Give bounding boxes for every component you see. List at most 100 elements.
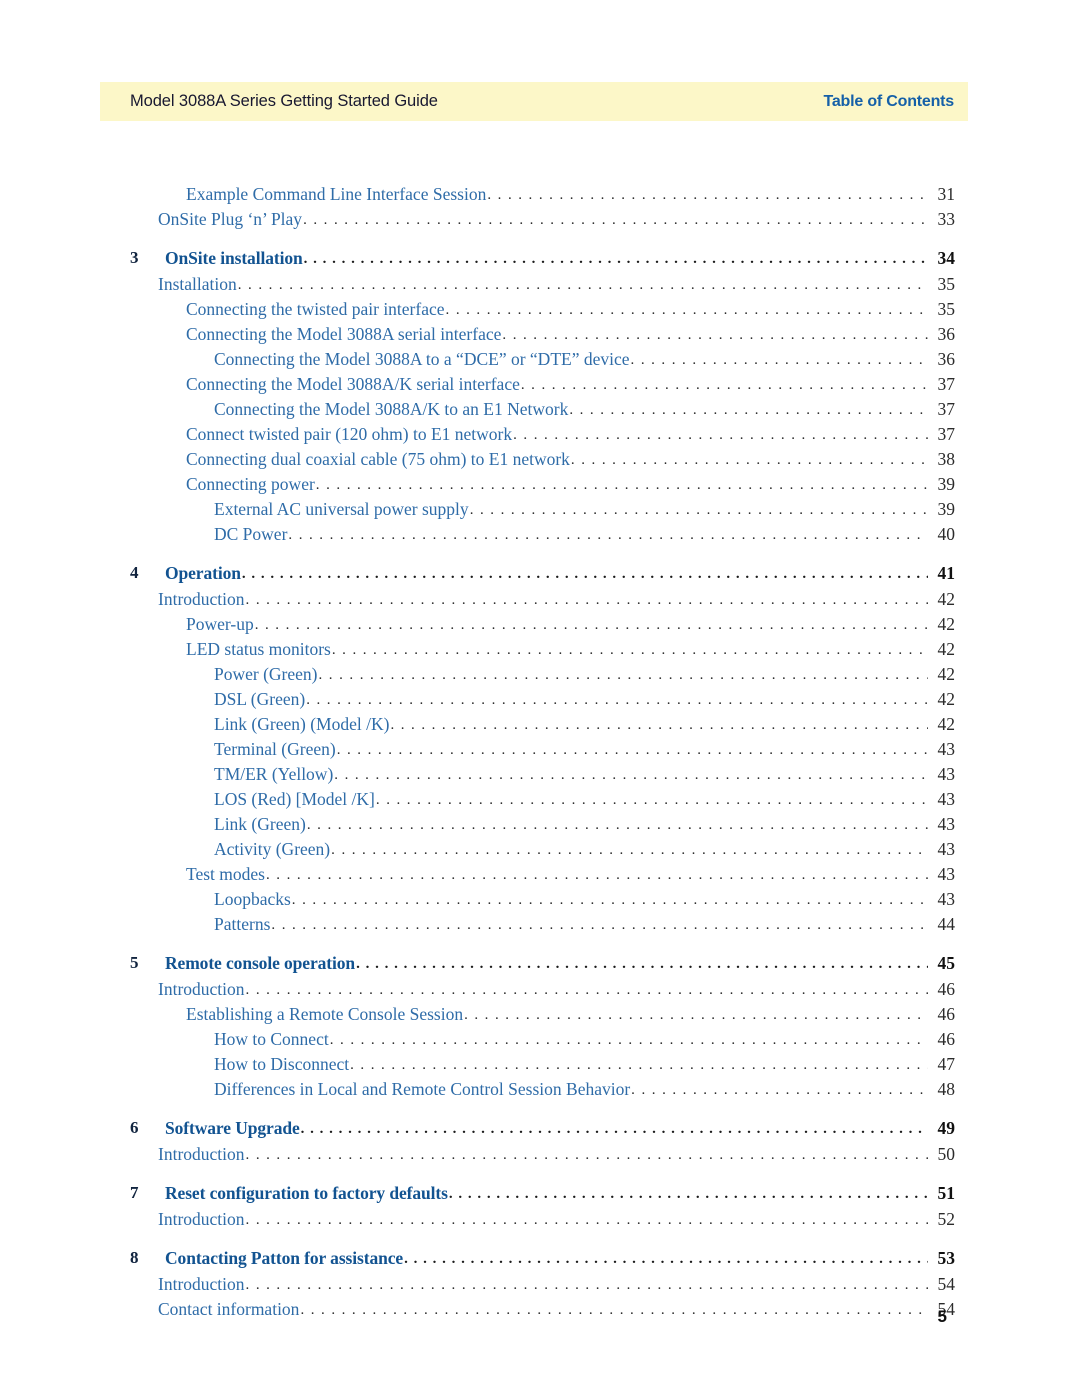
toc-leader-dots: . . . . . . . . . . . . . . . . . . . . …: [237, 277, 928, 293]
toc-chapter-row[interactable]: 5 Remote console operation. . . . . . . .…: [0, 953, 1080, 979]
toc-entry-label: Connecting the twisted pair interface: [186, 299, 445, 319]
toc-entry-row[interactable]: Introduction. . . . . . . . . . . . . . …: [0, 979, 1080, 1004]
toc-entry-label: Software Upgrade: [165, 1118, 300, 1138]
toc-entry-page: 42: [937, 589, 956, 609]
toc-entry-row[interactable]: Power (Green). . . . . . . . . . . . . .…: [0, 664, 1080, 689]
table-of-contents: Example Command Line Interface Session . …: [0, 184, 1080, 1324]
document-title: Model 3088A Series Getting Started Guide: [130, 92, 438, 110]
toc-entry-page: 39: [937, 474, 956, 494]
toc-entry-row[interactable]: LED status monitors. . . . . . . . . . .…: [0, 639, 1080, 664]
toc-leader-dots: . . . . . . . . . . . . . . . . . . . . …: [334, 767, 928, 783]
toc-entry-row[interactable]: Introduction. . . . . . . . . . . . . . …: [0, 1144, 1080, 1169]
toc-chapter-number: 5: [130, 953, 139, 972]
toc-entry-row[interactable]: OnSite Plug ‘n’ Play. . . . . . . . . . …: [0, 209, 1080, 234]
toc-entry-row[interactable]: How to Disconnect. . . . . . . . . . . .…: [0, 1054, 1080, 1079]
toc-entry-label: Patterns: [214, 914, 271, 934]
toc-entry-row[interactable]: Loopbacks. . . . . . . . . . . . . . . .…: [0, 889, 1080, 914]
toc-entry-row[interactable]: LOS (Red) [Model /K]. . . . . . . . . . …: [0, 789, 1080, 814]
toc-entry-page: 49: [937, 1118, 956, 1138]
toc-entry-page: 52: [937, 1209, 956, 1229]
toc-entry-row[interactable]: Connecting dual coaxial cable (75 ohm) t…: [0, 449, 1080, 474]
toc-entry-row[interactable]: Connecting the Model 3088A/K to an E1 Ne…: [0, 399, 1080, 424]
toc-leader-dots: . . . . . . . . . . . . . . . . . . . . …: [245, 1147, 928, 1163]
toc-entry-page: 38: [937, 449, 956, 469]
toc-leader-dots: . . . . . . . . . . . . . . . . . . . . …: [520, 377, 928, 393]
toc-entry-row[interactable]: Activity (Green). . . . . . . . . . . . …: [0, 839, 1080, 864]
toc-leader-dots: . . . . . . . . . . . . . . . . . . . . …: [570, 452, 928, 468]
toc-chapter-number: 4: [130, 563, 139, 582]
toc-entry-row[interactable]: DC Power. . . . . . . . . . . . . . . . …: [0, 524, 1080, 549]
toc-entry-page: 35: [937, 299, 956, 319]
toc-entry-row[interactable]: Terminal (Green). . . . . . . . . . . . …: [0, 739, 1080, 764]
toc-entry-page: 34: [937, 248, 956, 268]
toc-leader-dots: . . . . . . . . . . . . . . . . . . . . …: [390, 717, 928, 733]
toc-chapter-row[interactable]: 8 Contacting Patton for assistance. . . .…: [0, 1248, 1080, 1274]
toc-entry-label: Terminal (Green): [214, 739, 336, 759]
toc-chapter-row[interactable]: 4 Operation. . . . . . . . . . . . . . . …: [0, 563, 1080, 589]
toc-chapter-row[interactable]: 6 Software Upgrade. . . . . . . . . . . .…: [0, 1118, 1080, 1144]
toc-entry-page: 37: [937, 374, 956, 394]
toc-entry-label: Introduction: [158, 1144, 245, 1164]
toc-leader-dots: . . . . . . . . . . . . . . . . . . . . …: [502, 327, 928, 343]
toc-leader-dots: . . . . . . . . . . . . . . . . . . . . …: [469, 502, 928, 518]
toc-entry-row[interactable]: Establishing a Remote Console Session. .…: [0, 1004, 1080, 1029]
toc-leader-dots: . . . . . . . . . . . . . . . . . . . . …: [331, 842, 928, 858]
toc-entry-page: 43: [937, 839, 956, 859]
toc-entry-label: Power (Green): [214, 664, 318, 684]
toc-entry-row[interactable]: Installation. . . . . . . . . . . . . . …: [0, 274, 1080, 299]
toc-leader-dots: . . . . . . . . . . . . . . . . . . . . …: [245, 1212, 928, 1228]
toc-leader-dots: . . . . . . . . . . . . . . . . . . . . …: [303, 212, 928, 228]
toc-entry-label: Loopbacks: [214, 889, 291, 909]
toc-entry-page: 46: [937, 1004, 956, 1024]
toc-entry-page: 44: [937, 914, 956, 934]
toc-entry-label: Test modes: [186, 864, 265, 884]
toc-entry-row[interactable]: Introduction. . . . . . . . . . . . . . …: [0, 1274, 1080, 1299]
toc-entry-row[interactable]: Connect twisted pair (120 ohm) to E1 net…: [0, 424, 1080, 449]
toc-leader-dots: . . . . . . . . . . . . . . . . . . . . …: [245, 1277, 928, 1293]
toc-leader-dots: . . . . . . . . . . . . . . . . . . . . …: [569, 402, 928, 418]
toc-entry-row[interactable]: Connecting power. . . . . . . . . . . . …: [0, 474, 1080, 499]
toc-leader-dots: . . . . . . . . . . . . . . . . . . . . …: [336, 742, 928, 758]
toc-entry-label: How to Disconnect: [214, 1054, 350, 1074]
toc-leader-dots: . . . . . . . . . . . . . . . . . . . . …: [350, 1057, 928, 1073]
toc-entry-label: Connecting the Model 3088A/K to an E1 Ne…: [214, 399, 569, 419]
toc-entry-row[interactable]: Connecting the twisted pair interface. .…: [0, 299, 1080, 324]
toc-entry-row[interactable]: Test modes. . . . . . . . . . . . . . . …: [0, 864, 1080, 889]
toc-entry-page: 43: [937, 814, 956, 834]
toc-entry-row[interactable]: Patterns. . . . . . . . . . . . . . . . …: [0, 914, 1080, 939]
toc-entry-page: 50: [937, 1144, 956, 1164]
toc-entry-row[interactable]: Connecting the Model 3088A to a “DCE” or…: [0, 349, 1080, 374]
toc-entry-label: Connecting the Model 3088A serial interf…: [186, 324, 502, 344]
toc-entry-label: Introduction: [158, 979, 245, 999]
toc-entry-page: 51: [937, 1183, 956, 1203]
toc-entry-page: 47: [937, 1054, 956, 1074]
toc-entry-row[interactable]: Differences in Local and Remote Control …: [0, 1079, 1080, 1104]
toc-entry-row[interactable]: Link (Green). . . . . . . . . . . . . . …: [0, 814, 1080, 839]
toc-entry-label: Introduction: [158, 1274, 245, 1294]
toc-entry-label: Example Command Line Interface Session: [186, 184, 487, 204]
toc-leader-dots: . . . . . . . . . . . . . . . . . . . . …: [631, 1082, 928, 1098]
toc-chapter-row[interactable]: 3 OnSite installation. . . . . . . . . . …: [0, 248, 1080, 274]
toc-entry-label: Installation: [158, 274, 237, 294]
toc-entry-page: 37: [937, 424, 956, 444]
toc-entry-row[interactable]: Introduction. . . . . . . . . . . . . . …: [0, 589, 1080, 614]
toc-entry-page: 36: [937, 349, 956, 369]
toc-entry-row[interactable]: How to Connect. . . . . . . . . . . . . …: [0, 1029, 1080, 1054]
toc-entry-page: 31: [937, 184, 956, 204]
toc-chapter-number: 3: [130, 248, 139, 267]
toc-entry-row[interactable]: External AC universal power supply. . . …: [0, 499, 1080, 524]
toc-entry-row[interactable]: Introduction. . . . . . . . . . . . . . …: [0, 1209, 1080, 1234]
toc-leader-dots: . . . . . . . . . . . . . . . . . . . . …: [288, 527, 928, 543]
toc-entry-row[interactable]: Example Command Line Interface Session. …: [0, 184, 1080, 209]
toc-entry-row[interactable]: Connecting the Model 3088A/K serial inte…: [0, 374, 1080, 399]
toc-entry-row[interactable]: Link (Green) (Model /K). . . . . . . . .…: [0, 714, 1080, 739]
toc-entry-row[interactable]: Connecting the Model 3088A serial interf…: [0, 324, 1080, 349]
toc-chapter-row[interactable]: 7 Reset configuration to factory defaults…: [0, 1183, 1080, 1209]
toc-chapter-number: 8: [130, 1248, 139, 1267]
toc-entry-row[interactable]: Power-up. . . . . . . . . . . . . . . . …: [0, 614, 1080, 639]
toc-entry-label: OnSite installation: [165, 248, 303, 268]
toc-entry-row[interactable]: DSL (Green). . . . . . . . . . . . . . .…: [0, 689, 1080, 714]
toc-entry-label: Operation: [165, 563, 241, 583]
toc-leader-dots: . . . . . . . . . . . . . . . . . . . . …: [464, 1007, 928, 1023]
toc-entry-row[interactable]: TM/ER (Yellow). . . . . . . . . . . . . …: [0, 764, 1080, 789]
